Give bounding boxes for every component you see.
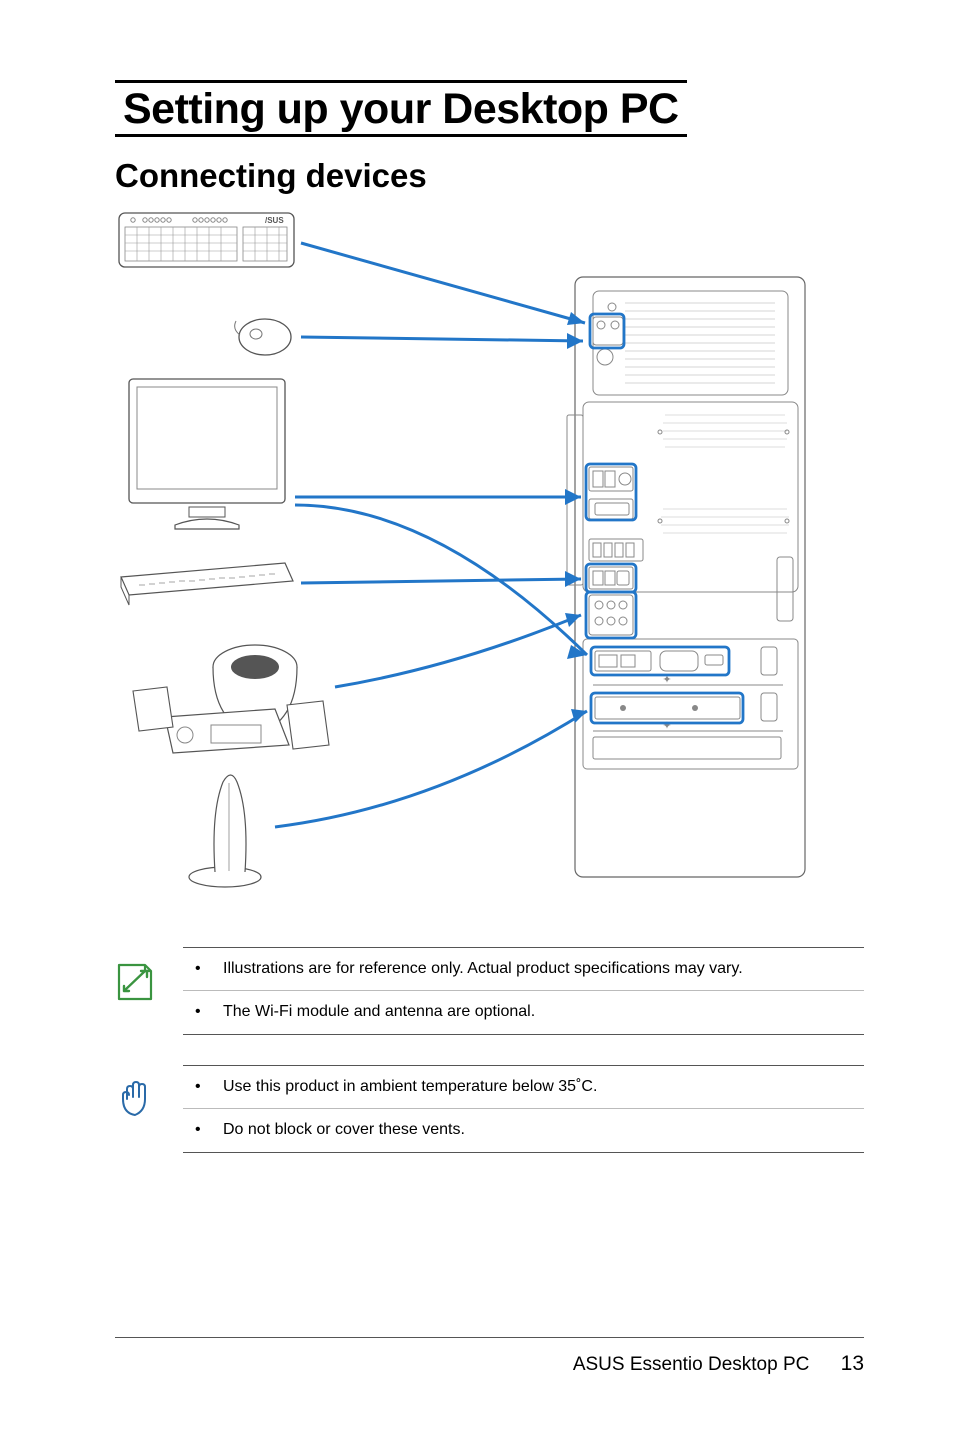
caution-hand-icon <box>115 1079 155 1121</box>
bullet: • <box>195 1001 223 1023</box>
chapter-title: Setting up your Desktop PC <box>115 80 687 137</box>
note-text: Do not block or cover these vents. <box>223 1119 465 1141</box>
speakers-icon <box>133 645 329 753</box>
svg-text:/SUS: /SUS <box>265 216 284 225</box>
note-text: Use this product in ambient temperature … <box>223 1076 597 1098</box>
page-number: 13 <box>841 1352 864 1375</box>
footer-product: ASUS Essentio Desktop PC <box>573 1354 810 1375</box>
wifi-antenna-icon <box>189 775 261 887</box>
note-block-info: • Illustrations are for reference only. … <box>115 947 864 1035</box>
note-icon <box>115 961 155 1003</box>
network-hub-icon <box>121 563 293 605</box>
mouse-icon <box>235 319 291 355</box>
bullet: • <box>195 1076 223 1098</box>
page-footer: ASUS Essentio Desktop PC 13 <box>115 1337 864 1376</box>
keyboard-icon: /SUS <box>119 213 294 267</box>
pc-tower-back: ✦ ✦ <box>567 277 805 877</box>
note-block-caution: • Use this product in ambient temperatur… <box>115 1065 864 1153</box>
bullet: • <box>195 958 223 980</box>
note-text: Illustrations are for reference only. Ac… <box>223 958 743 980</box>
section-title: Connecting devices <box>115 157 864 195</box>
connection-diagram: ✦ ✦ <box>115 207 815 907</box>
monitor-icon <box>129 379 285 529</box>
bullet: • <box>195 1119 223 1141</box>
note-text: The Wi-Fi module and antenna are optiona… <box>223 1001 535 1023</box>
